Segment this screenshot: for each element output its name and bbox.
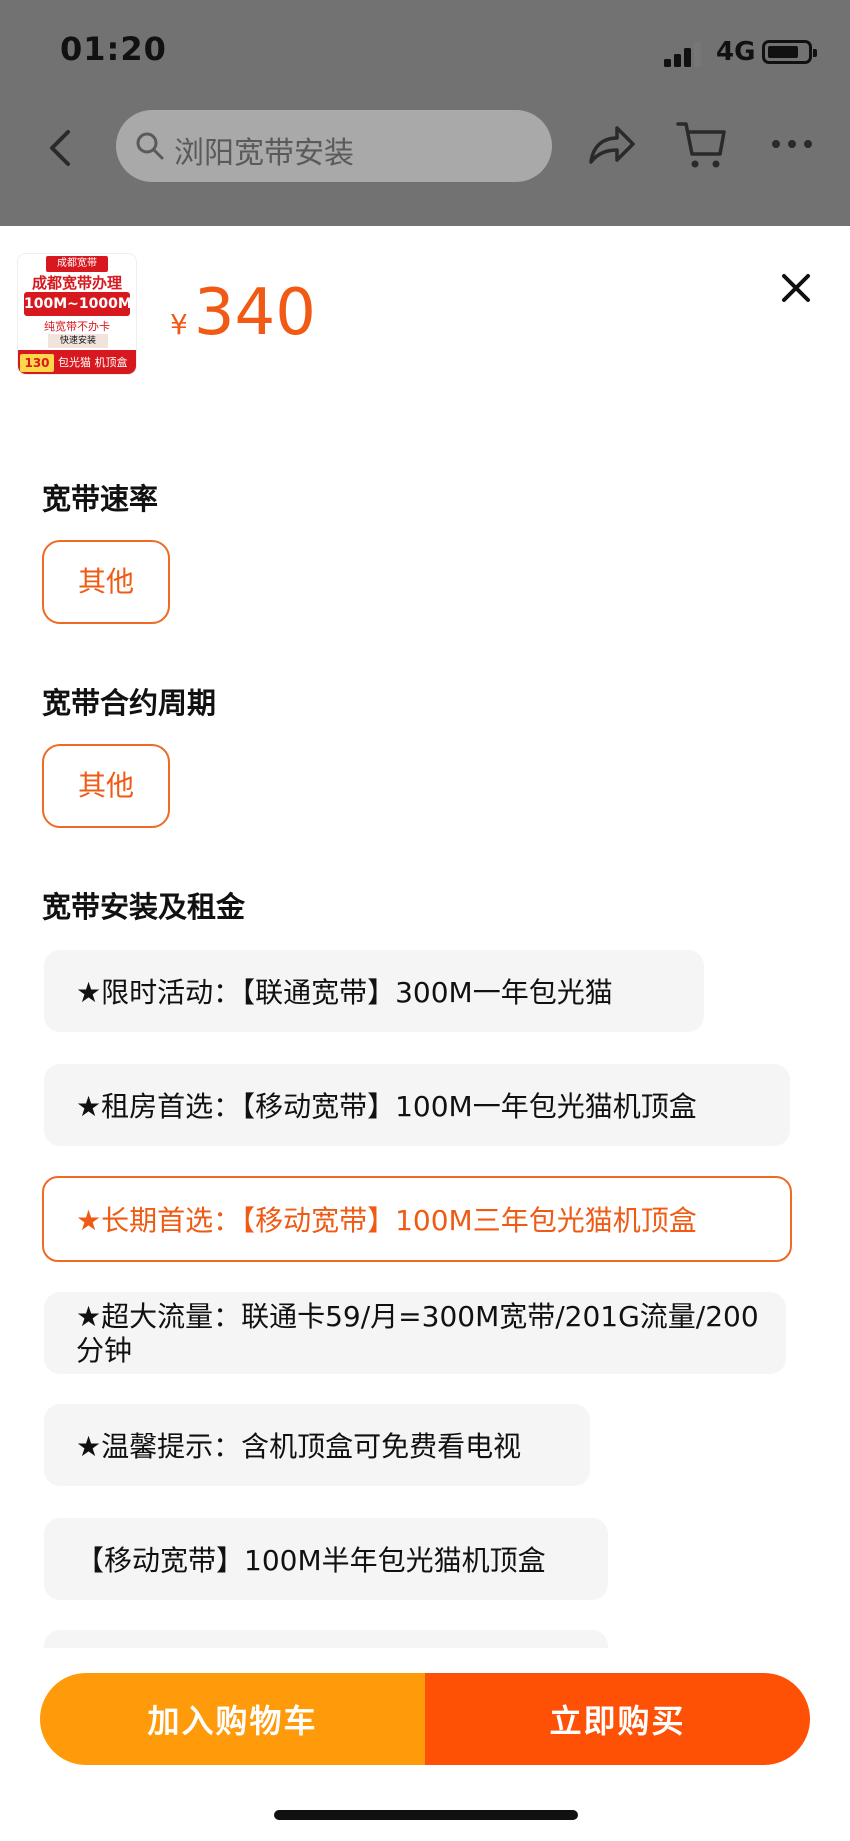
nav-bar: 浏阳宽带安装 bbox=[0, 100, 850, 195]
product-thumbnail[interactable]: 成都宽带 成都宽带办理 100M~1000M 纯宽带不办卡 快速安装 130 包… bbox=[18, 254, 136, 374]
thumb-price: 130 bbox=[20, 354, 54, 372]
price-value: 340 bbox=[193, 276, 316, 350]
thumb-ribbon: 成都宽带 bbox=[46, 256, 108, 272]
search-icon bbox=[136, 132, 164, 160]
network-type: 4G bbox=[716, 37, 756, 67]
back-icon[interactable] bbox=[42, 126, 78, 170]
currency-symbol: ¥ bbox=[170, 308, 188, 341]
search-input[interactable]: 浏阳宽带安装 bbox=[116, 110, 552, 182]
buy-now-button[interactable]: 立即购买 bbox=[425, 1673, 810, 1765]
install-option[interactable]: ★限时活动：【联通宽带】300M一年包光猫 bbox=[44, 950, 704, 1032]
thumb-gift: 包光猫 机顶盒 bbox=[58, 356, 128, 369]
status-time: 01:20 bbox=[60, 30, 167, 68]
product-price: ¥340 bbox=[170, 276, 316, 350]
status-bar: 01:20 4G bbox=[0, 0, 850, 100]
search-placeholder: 浏阳宽带安装 bbox=[174, 136, 354, 171]
install-option[interactable]: ★超大流量：联通卡59/月=300M宽带/201G流量/200分钟 bbox=[44, 1292, 786, 1374]
thumb-line2: 快速安装 bbox=[48, 334, 108, 348]
home-indicator[interactable] bbox=[274, 1810, 578, 1820]
share-icon[interactable] bbox=[585, 120, 637, 170]
install-option-partial[interactable] bbox=[44, 1630, 608, 1648]
cart-icon[interactable] bbox=[676, 118, 728, 172]
close-icon[interactable] bbox=[778, 270, 814, 306]
action-bar: 加入购物车 立即购买 bbox=[40, 1673, 810, 1765]
section-title-period: 宽带合约周期 bbox=[42, 686, 217, 720]
option-speed-other[interactable]: 其他 bbox=[42, 540, 170, 624]
install-option[interactable]: 【移动宽带】100M半年包光猫机顶盒 bbox=[44, 1518, 608, 1600]
install-option-selected[interactable]: ★长期首选：【移动宽带】100M三年包光猫机顶盒 bbox=[42, 1176, 792, 1262]
signal-icon bbox=[664, 41, 706, 67]
add-to-cart-button[interactable]: 加入购物车 bbox=[40, 1673, 425, 1765]
option-period-other[interactable]: 其他 bbox=[42, 744, 170, 828]
more-icon[interactable] bbox=[770, 136, 814, 152]
thumb-title: 成都宽带办理 bbox=[31, 274, 122, 292]
thumb-speed: 100M~1000M bbox=[24, 292, 132, 316]
install-option[interactable]: ★租房首选：【移动宽带】100M一年包光猫机顶盒 bbox=[44, 1064, 790, 1146]
install-option[interactable]: ★温馨提示：含机顶盒可免费看电视 bbox=[44, 1404, 590, 1486]
battery-icon bbox=[762, 40, 817, 64]
thumb-line1: 纯宽带不办卡 bbox=[44, 320, 110, 333]
sku-sheet: 成都宽带 成都宽带办理 100M~1000M 纯宽带不办卡 快速安装 130 包… bbox=[0, 226, 850, 1841]
section-title-install: 宽带安装及租金 bbox=[42, 890, 246, 924]
section-title-speed: 宽带速率 bbox=[42, 482, 159, 516]
